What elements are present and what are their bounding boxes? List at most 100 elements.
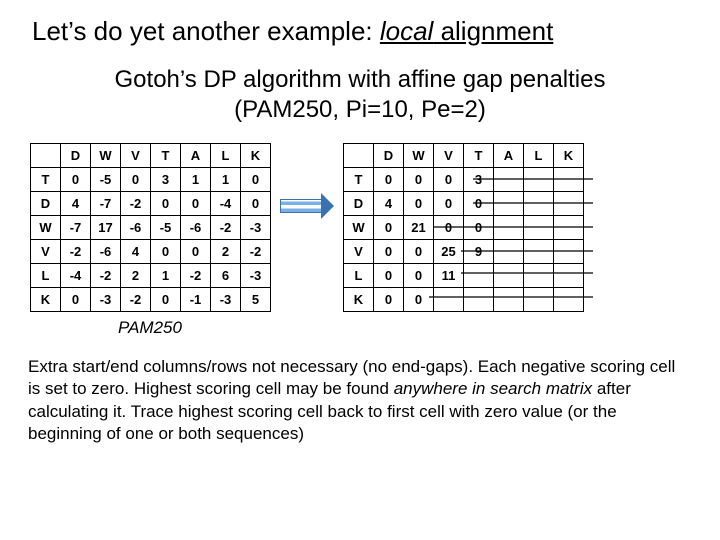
cell: -6 bbox=[121, 216, 151, 240]
cell: -3 bbox=[241, 264, 271, 288]
cell: 0 bbox=[181, 240, 211, 264]
cell bbox=[524, 288, 554, 312]
cell: 0 bbox=[121, 168, 151, 192]
cell: 3 bbox=[464, 168, 494, 192]
cell bbox=[554, 240, 584, 264]
dp-score-matrix: D W V T A L K T0003 D4000 W02100 V00259 … bbox=[343, 143, 584, 312]
cell: -5 bbox=[91, 168, 121, 192]
cell: 3 bbox=[151, 168, 181, 192]
slide-subtitle: Gotoh’s DP algorithm with affine gap pen… bbox=[64, 65, 656, 125]
cell: -7 bbox=[61, 216, 91, 240]
col-header: A bbox=[494, 144, 524, 168]
cell bbox=[464, 264, 494, 288]
table-row: W-717-6-5-6-2-3 bbox=[31, 216, 271, 240]
cell: -1 bbox=[181, 288, 211, 312]
row-header: V bbox=[31, 240, 61, 264]
cell: 1 bbox=[151, 264, 181, 288]
corner-cell bbox=[344, 144, 374, 168]
cell bbox=[464, 288, 494, 312]
col-header: K bbox=[554, 144, 584, 168]
table-row: W02100 bbox=[344, 216, 584, 240]
cell: 0 bbox=[374, 168, 404, 192]
cell: 0 bbox=[151, 240, 181, 264]
cell bbox=[494, 264, 524, 288]
cell: 0 bbox=[434, 192, 464, 216]
cell: 1 bbox=[181, 168, 211, 192]
cell bbox=[494, 288, 524, 312]
cell: 0 bbox=[464, 216, 494, 240]
cell: 0 bbox=[241, 192, 271, 216]
cell: -6 bbox=[181, 216, 211, 240]
row-header: T bbox=[31, 168, 61, 192]
cell bbox=[554, 264, 584, 288]
row-header: T bbox=[344, 168, 374, 192]
cell: 0 bbox=[374, 264, 404, 288]
col-header: W bbox=[404, 144, 434, 168]
arrow-icon bbox=[279, 143, 335, 219]
table-row: V-2-64002-2 bbox=[31, 240, 271, 264]
table-row: L0011 bbox=[344, 264, 584, 288]
cell: 0 bbox=[151, 192, 181, 216]
table-row: K00 bbox=[344, 288, 584, 312]
cell: 0 bbox=[404, 240, 434, 264]
table-row: D4000 bbox=[344, 192, 584, 216]
cell: -2 bbox=[241, 240, 271, 264]
table-row: D4-7-200-40 bbox=[31, 192, 271, 216]
cell: 2 bbox=[121, 264, 151, 288]
cell: 0 bbox=[61, 288, 91, 312]
col-header: V bbox=[121, 144, 151, 168]
col-header: W bbox=[91, 144, 121, 168]
cell: 0 bbox=[374, 216, 404, 240]
cell bbox=[554, 288, 584, 312]
cell bbox=[494, 168, 524, 192]
cell: 0 bbox=[61, 168, 91, 192]
col-header: D bbox=[374, 144, 404, 168]
cell: 4 bbox=[61, 192, 91, 216]
cell: 1 bbox=[211, 168, 241, 192]
cell bbox=[524, 216, 554, 240]
row-header: W bbox=[31, 216, 61, 240]
table-row: T0003 bbox=[344, 168, 584, 192]
pam-caption: PAM250 bbox=[118, 318, 696, 338]
row-header: K bbox=[31, 288, 61, 312]
cell: 25 bbox=[434, 240, 464, 264]
table-row: D W V T A L K bbox=[344, 144, 584, 168]
cell bbox=[554, 168, 584, 192]
cell: -4 bbox=[211, 192, 241, 216]
cell bbox=[494, 192, 524, 216]
cell: -2 bbox=[61, 240, 91, 264]
cell bbox=[494, 216, 524, 240]
cell bbox=[524, 168, 554, 192]
title-prefix: Let’s do yet another example: bbox=[32, 16, 380, 46]
col-header: A bbox=[181, 144, 211, 168]
col-header: T bbox=[464, 144, 494, 168]
row-header: V bbox=[344, 240, 374, 264]
col-header: V bbox=[434, 144, 464, 168]
cell: -6 bbox=[91, 240, 121, 264]
row-header: K bbox=[344, 288, 374, 312]
corner-cell bbox=[31, 144, 61, 168]
cell bbox=[524, 192, 554, 216]
cell: 0 bbox=[404, 264, 434, 288]
table-row: T0-503110 bbox=[31, 168, 271, 192]
cell bbox=[554, 192, 584, 216]
pam250-matrix: D W V T A L K T0-503110 D4-7-200-40 W-71… bbox=[30, 143, 271, 312]
cell: -2 bbox=[91, 264, 121, 288]
cell: 4 bbox=[374, 192, 404, 216]
row-header: D bbox=[344, 192, 374, 216]
col-header: T bbox=[151, 144, 181, 168]
table-row: D W V T A L K bbox=[31, 144, 271, 168]
cell: -5 bbox=[151, 216, 181, 240]
cell: -7 bbox=[91, 192, 121, 216]
cell: 9 bbox=[464, 240, 494, 264]
cell: 0 bbox=[374, 288, 404, 312]
cell: -2 bbox=[121, 288, 151, 312]
row-header: W bbox=[344, 216, 374, 240]
title-suffix: alignment bbox=[433, 16, 553, 46]
cell: 0 bbox=[404, 192, 434, 216]
table-row: L-4-221-26-3 bbox=[31, 264, 271, 288]
cell: -4 bbox=[61, 264, 91, 288]
cell: 0 bbox=[151, 288, 181, 312]
cell: -3 bbox=[241, 216, 271, 240]
cell: 0 bbox=[434, 168, 464, 192]
